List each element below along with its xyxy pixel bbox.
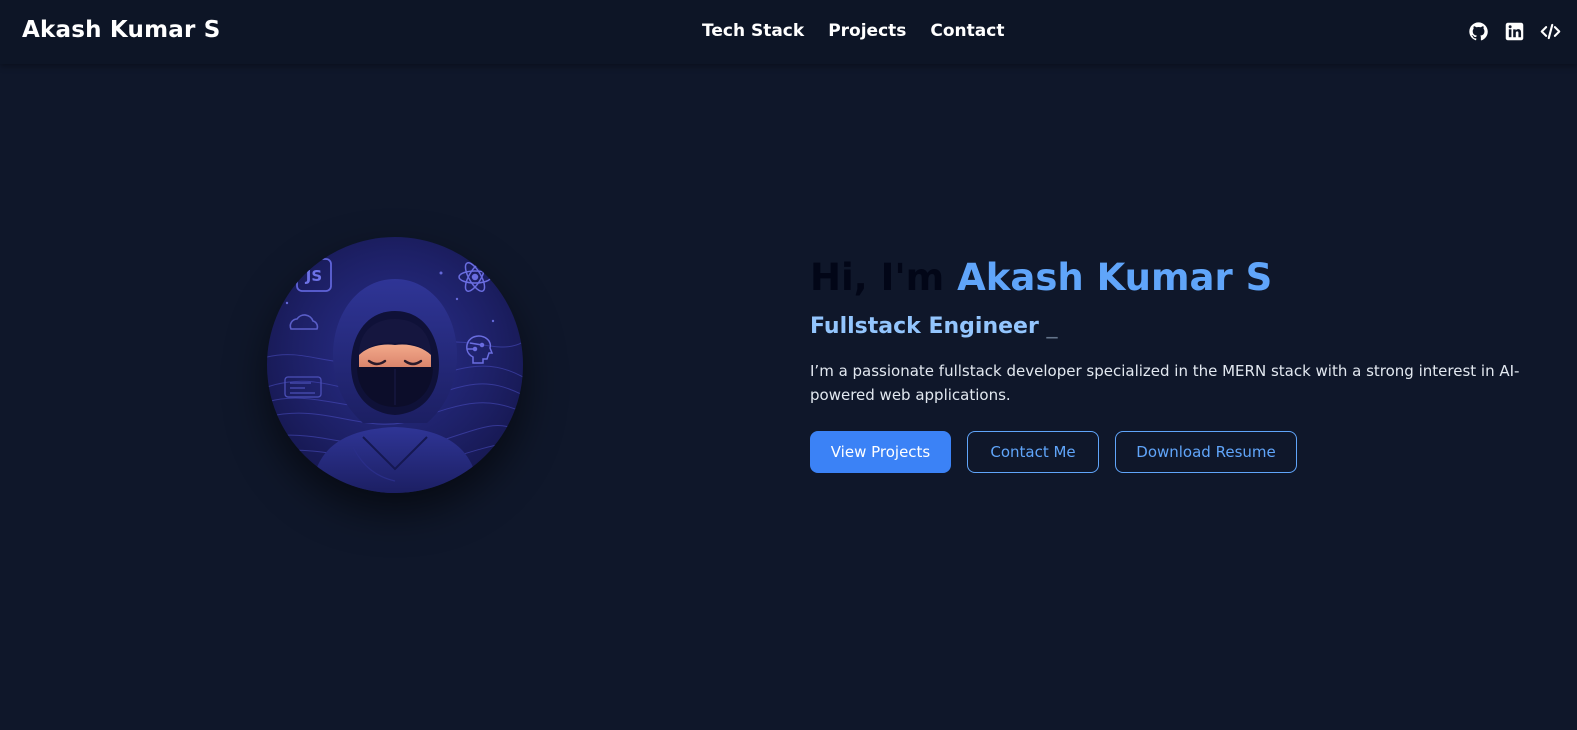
download-resume-button[interactable]: Download Resume — [1115, 431, 1297, 473]
code-icon[interactable] — [1539, 20, 1561, 42]
hero-name: Akash Kumar S — [957, 256, 1273, 299]
role-text: Fullstack Engineer — [810, 314, 1039, 340]
social-icons — [1467, 20, 1561, 42]
hooded-developer-illustration: JS — [267, 237, 523, 493]
linkedin-icon[interactable] — [1503, 20, 1525, 42]
greeting-prefix: Hi, I'm — [810, 256, 958, 299]
hero-buttons: View Projects Contact Me Download Resume — [810, 431, 1297, 473]
hero-greeting: Hi, I'm Akash Kumar S — [810, 256, 1550, 300]
hero-bio: I’m a passionate fullstack developer spe… — [810, 362, 1520, 405]
nav-link-projects[interactable]: Projects — [828, 21, 906, 41]
nav-links: Tech Stack Projects Contact — [702, 21, 1004, 41]
nav-link-tech-stack[interactable]: Tech Stack — [702, 21, 804, 41]
hero-role: Fullstack Engineer _ — [810, 314, 1550, 339]
svg-text:JS: JS — [305, 267, 322, 285]
github-icon[interactable] — [1467, 20, 1489, 42]
view-projects-button[interactable]: View Projects — [810, 431, 951, 473]
contact-me-button[interactable]: Contact Me — [967, 431, 1099, 473]
brand-logo[interactable]: Akash Kumar S — [22, 17, 220, 43]
nav-link-contact[interactable]: Contact — [930, 21, 1004, 41]
navbar: Akash Kumar S Tech Stack Projects Contac… — [0, 0, 1577, 64]
profile-avatar: JS — [267, 237, 523, 493]
hero-section: Hi, I'm Akash Kumar S Fullstack Engineer… — [810, 256, 1550, 473]
typing-cursor: _ — [1046, 314, 1058, 340]
